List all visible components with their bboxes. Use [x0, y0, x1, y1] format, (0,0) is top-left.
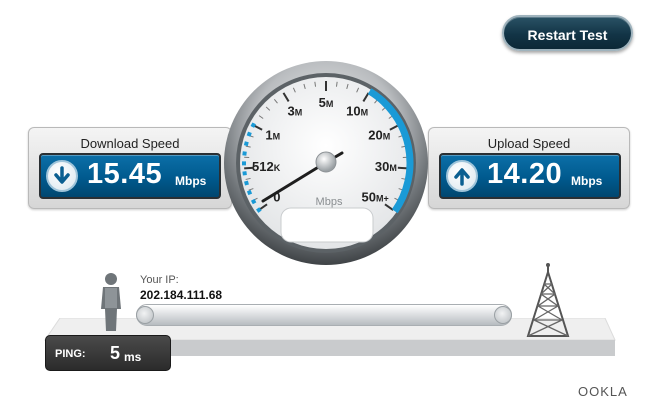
speedometer-gauge: 0512K1M3M5M 10M20M30M50M+ Mbps — [224, 61, 428, 265]
ip-label: Your IP: — [140, 274, 179, 286]
download-speed-panel: Download Speed 15.45 Mbps — [28, 127, 232, 209]
upload-speed-readout: 14.20 Mbps — [439, 153, 621, 199]
gauge-accent-dash — [242, 171, 247, 176]
download-speed-readout: 15.45 Mbps — [39, 153, 221, 199]
upload-speed-value: 14.20 — [487, 158, 563, 190]
ping-label: PING: — [55, 348, 86, 360]
gauge-accent-dash — [250, 198, 257, 205]
upload-speed-unit: Mbps — [571, 174, 603, 188]
ip-address-value: 202.184.111.68 — [140, 288, 223, 302]
gauge-minor-tick — [335, 81, 338, 87]
server-tower-icon — [526, 263, 570, 337]
upload-speed-panel: Upload Speed 14.20 Mbps — [428, 127, 630, 209]
restart-test-button[interactable]: Restart Test — [502, 15, 633, 51]
gauge-unit-label: Mbps — [316, 196, 343, 208]
gauge-accent-dash — [243, 141, 249, 147]
gauge-value-window — [280, 207, 374, 243]
ping-panel: PING: 5 ms — [45, 335, 171, 371]
gauge-accent-dash — [246, 131, 252, 137]
gauge-accent-dash — [250, 122, 256, 128]
download-speed-title: Download Speed — [80, 136, 180, 151]
connection-pipe — [136, 304, 512, 326]
ookla-logo: OOKLA — [578, 384, 628, 399]
ping-unit: ms — [124, 350, 142, 364]
ping-value: 5 — [110, 343, 121, 363]
gauge-major-tick — [397, 166, 408, 170]
arrow-up-icon — [446, 160, 478, 192]
download-speed-value: 15.45 — [87, 158, 163, 190]
gauge-accent-dash — [246, 189, 253, 196]
arrow-down-icon — [46, 160, 78, 192]
download-speed-unit: Mbps — [175, 174, 207, 188]
upload-speed-title: Upload Speed — [487, 136, 571, 151]
gauge-accent-dash — [256, 207, 262, 213]
user-computer-icon — [101, 273, 121, 331]
gauge-minor-tick — [314, 81, 317, 87]
gauge-accent-dash — [244, 180, 249, 186]
gauge-needle-hub — [315, 151, 337, 173]
